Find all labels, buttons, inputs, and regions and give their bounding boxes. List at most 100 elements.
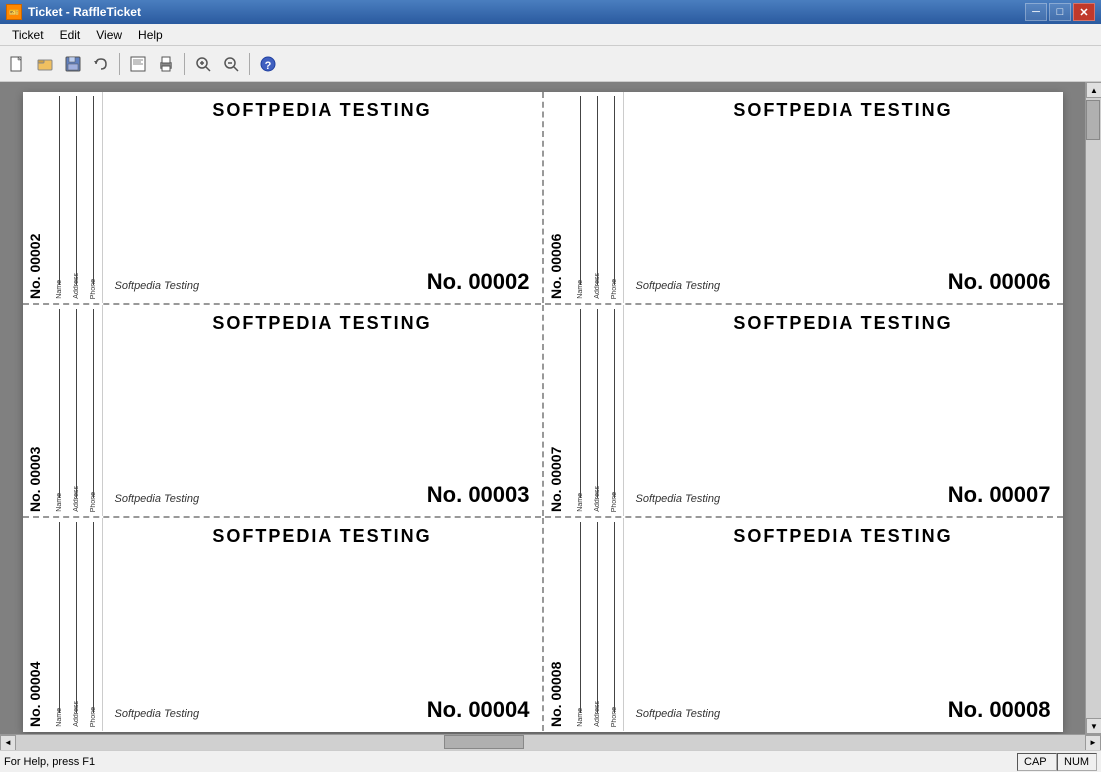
ticket-number-0-1: No. 00006 [948, 269, 1051, 295]
ticket-footer-1-1: Softpedia Testing No. 00007 [636, 474, 1051, 508]
menu-help[interactable]: Help [130, 26, 171, 44]
stub-number-0-1: No. 00006 [544, 92, 568, 303]
undo-button[interactable] [88, 51, 114, 77]
vertical-scrollbar[interactable]: ▲ ▼ [1085, 82, 1101, 734]
menu-bar: Ticket Edit View Help [0, 24, 1101, 46]
ticket-title-0-1: SOFTPEDIA TESTING [636, 100, 1051, 121]
ticket-title-2-0: SOFTPEDIA TESTING [115, 526, 530, 547]
ticket-body-1-1: SOFTPEDIA TESTING Softpedia Testing No. … [624, 305, 1063, 516]
scroll-thumb-horizontal[interactable] [444, 735, 524, 749]
line-phone-0-0: Phone [88, 96, 100, 299]
minimize-button[interactable]: ─ [1025, 3, 1047, 21]
ticket-footer-2-0: Softpedia Testing No. 00004 [115, 689, 530, 723]
preview-button[interactable] [125, 51, 151, 77]
scroll-thumb-vertical[interactable] [1086, 100, 1100, 140]
zoom-in-button[interactable] [190, 51, 216, 77]
app-icon: 🎫 [6, 4, 22, 20]
stub-number-0-0: No. 00002 [23, 92, 47, 303]
stub-lines-1-0: Name Address Phone [47, 305, 102, 516]
ticket-number-2-1: No. 00008 [948, 697, 1051, 723]
ticket-cell-1-1: No. 00007 Name Address Phone SOFTPEDIA T… [544, 305, 1063, 516]
scroll-left-button[interactable]: ◄ [0, 735, 16, 751]
scroll-up-button[interactable]: ▲ [1086, 82, 1101, 98]
ticket-stub-0-1: No. 00006 Name Address [544, 92, 624, 303]
ticket-sheet: No. 00002 Name Address [23, 92, 1063, 732]
ticket-title-1-0: SOFTPEDIA TESTING [115, 313, 530, 334]
ticket-row-0: No. 00002 Name Address [23, 92, 1063, 305]
ticket-stub-0-0: No. 00002 Name Address [23, 92, 103, 303]
canvas-area[interactable]: No. 00002 Name Address [0, 82, 1085, 734]
ticket-number-2-0: No. 00004 [427, 697, 530, 723]
zoom-out-button[interactable] [218, 51, 244, 77]
scroll-track-vertical[interactable] [1086, 98, 1101, 718]
ticket-cell-0-1: No. 00006 Name Address [544, 92, 1063, 303]
ticket-footer-2-1: Softpedia Testing No. 00008 [636, 689, 1051, 723]
menu-view[interactable]: View [88, 26, 130, 44]
ticket-stub-2-0: No. 00004 Name Address Phone [23, 518, 103, 731]
window-title: Ticket - RaffleTicket [28, 5, 1025, 19]
ticket-stub-1-1: No. 00007 Name Address Phone [544, 305, 624, 516]
ticket-number-0-0: No. 00002 [427, 269, 530, 295]
toolbar-sep-1 [119, 53, 120, 75]
print-button[interactable] [153, 51, 179, 77]
ticket-number-1-0: No. 00003 [427, 482, 530, 508]
horizontal-scrollbar[interactable]: ◄ ► [0, 734, 1101, 750]
main-content: No. 00002 Name Address [0, 82, 1101, 734]
stub-number-2-1: No. 00008 [544, 518, 568, 731]
ticket-cell-1-0: No. 00003 Name Address Phone SOFTPEDIA T… [23, 305, 544, 516]
cap-indicator: CAP [1017, 753, 1057, 771]
ticket-title-1-1: SOFTPEDIA TESTING [636, 313, 1051, 334]
scroll-right-button[interactable]: ► [1085, 735, 1101, 751]
ticket-row-2: No. 00004 Name Address Phone SOFTPEDIA T… [23, 518, 1063, 731]
ticket-cell-0-0: No. 00002 Name Address [23, 92, 544, 303]
ticket-org-0-0: Softpedia Testing [115, 280, 200, 292]
ticket-footer-0-1: Softpedia Testing No. 00006 [636, 261, 1051, 295]
ticket-body-2-1: SOFTPEDIA TESTING Softpedia Testing No. … [624, 518, 1063, 731]
new-button[interactable] [4, 51, 30, 77]
ticket-org-2-0: Softpedia Testing [115, 708, 200, 720]
ticket-footer-0-0: Softpedia Testing No. 00002 [115, 261, 530, 295]
ticket-title-2-1: SOFTPEDIA TESTING [636, 526, 1051, 547]
line-address-0-0: Address [71, 96, 83, 299]
stub-lines-2-1: Name Address Phone [568, 518, 623, 731]
title-bar: 🎫 Ticket - RaffleTicket ─ □ ✕ [0, 0, 1101, 24]
ticket-org-1-1: Softpedia Testing [636, 493, 721, 505]
open-button[interactable] [32, 51, 58, 77]
stub-lines-0-1: Name Address Phone [568, 92, 623, 303]
help-button[interactable]: ? [255, 51, 281, 77]
line-name-0-0: Name [54, 96, 66, 299]
menu-edit[interactable]: Edit [52, 26, 89, 44]
status-help-text: For Help, press F1 [4, 756, 1017, 768]
maximize-button[interactable]: □ [1049, 3, 1071, 21]
ticket-title-0-0: SOFTPEDIA TESTING [115, 100, 530, 121]
scroll-track-horizontal[interactable] [16, 735, 1085, 750]
svg-text:?: ? [265, 60, 272, 72]
ticket-body-1-0: SOFTPEDIA TESTING Softpedia Testing No. … [103, 305, 542, 516]
line-phone-0-1: Phone [609, 96, 621, 299]
ticket-row-1: No. 00003 Name Address Phone SOFTPEDIA T… [23, 305, 1063, 518]
line-address-0-1: Address [592, 96, 604, 299]
ticket-org-2-1: Softpedia Testing [636, 708, 721, 720]
line-name-0-1: Name [575, 96, 587, 299]
ticket-footer-1-0: Softpedia Testing No. 00003 [115, 474, 530, 508]
scroll-down-button[interactable]: ▼ [1086, 718, 1101, 734]
ticket-body-2-0: SOFTPEDIA TESTING Softpedia Testing No. … [103, 518, 542, 731]
ticket-cell-2-0: No. 00004 Name Address Phone SOFTPEDIA T… [23, 518, 544, 731]
ticket-stub-1-0: No. 00003 Name Address Phone [23, 305, 103, 516]
ticket-stub-2-1: No. 00008 Name Address Phone [544, 518, 624, 731]
stub-number-2-0: No. 00004 [23, 518, 47, 731]
menu-ticket[interactable]: Ticket [4, 26, 52, 44]
stub-number-1-0: No. 00003 [23, 305, 47, 516]
ticket-org-1-0: Softpedia Testing [115, 493, 200, 505]
toolbar-sep-2 [184, 53, 185, 75]
stub-lines-1-1: Name Address Phone [568, 305, 623, 516]
status-indicators: CAP NUM [1017, 753, 1097, 771]
window-controls: ─ □ ✕ [1025, 3, 1095, 21]
stub-lines-0-0: Name Address Phone [47, 92, 102, 303]
ticket-body-0-0: SOFTPEDIA TESTING Softpedia Testing No. … [103, 92, 542, 303]
close-button[interactable]: ✕ [1073, 3, 1095, 21]
stub-number-1-1: No. 00007 [544, 305, 568, 516]
save-button[interactable] [60, 51, 86, 77]
toolbar: ? [0, 46, 1101, 82]
ticket-body-0-1: SOFTPEDIA TESTING Softpedia Testing No. … [624, 92, 1063, 303]
